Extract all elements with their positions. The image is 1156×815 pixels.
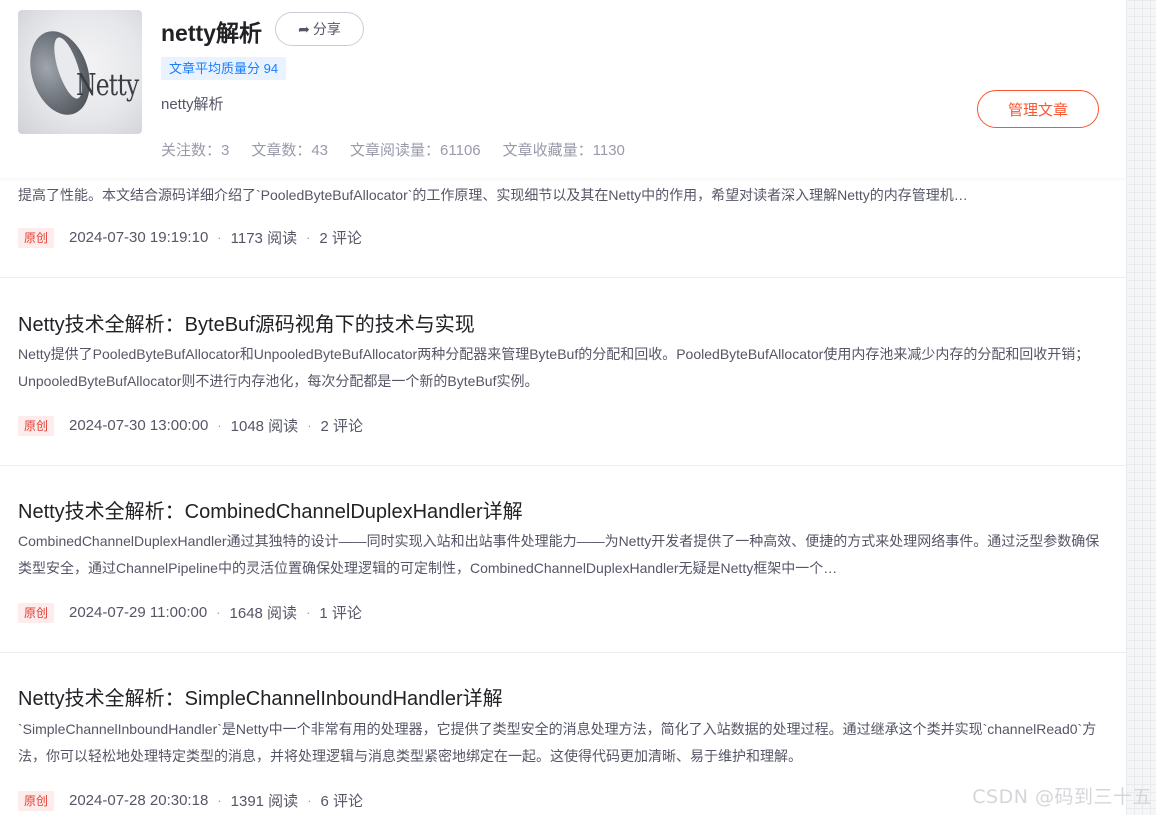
stat-articles: 文章数：43 [251, 142, 329, 159]
article-description[interactable]: `SimpleChannelInboundHandler`是Netty中一个非常… [18, 716, 1100, 770]
article-reads: 1391 阅读 [230, 793, 299, 810]
side-pattern-strip [1126, 0, 1156, 815]
article-meta: 原创 2024-07-28 20:30:18 · 1391 阅读 · 6 评论 [18, 790, 363, 811]
article-reads: 1648 阅读 [229, 605, 298, 622]
article-comments[interactable]: 2 评论 [319, 227, 362, 248]
csdn-watermark: CSDN @码到三十五 [972, 786, 1152, 808]
column-page: Netty netty解析 ➦ 分享 文章平均质量分 94 netty解析 关注… [0, 0, 1126, 815]
separator-dot: · [216, 605, 221, 620]
stat-favorites: 文章收藏量：1130 [502, 142, 625, 159]
stat-followers: 关注数：3 [161, 142, 230, 159]
article-meta: 原创 2024-07-29 11:00:00 · 1648 阅读 · 1 评论 [18, 602, 362, 623]
article-comments[interactable]: 1 评论 [319, 602, 362, 623]
article-title[interactable]: Netty技术全解析：CombinedChannelDuplexHandler详… [18, 495, 523, 524]
article-date: 2024-07-30 13:00:00 [69, 417, 209, 434]
article-description[interactable]: 提高了性能。本文结合源码详细介绍了`PooledByteBufAllocator… [18, 184, 1108, 206]
separator-dot: · [307, 793, 312, 808]
stat-reads: 文章阅读量：61106 [350, 142, 481, 159]
original-tag: 原创 [18, 790, 54, 811]
divider [0, 465, 1126, 466]
article-comments[interactable]: 6 评论 [321, 790, 364, 811]
article-description[interactable]: CombinedChannelDuplexHandler通过其独特的设计——同时… [18, 528, 1100, 582]
column-header: Netty netty解析 ➦ 分享 文章平均质量分 94 netty解析 关注… [0, 0, 1126, 178]
article-date: 2024-07-28 20:30:18 [69, 792, 209, 809]
article-description[interactable]: Netty提供了PooledByteBufAllocator和UnpooledB… [18, 341, 1100, 395]
article-date: 2024-07-29 11:00:00 [69, 604, 208, 621]
original-tag: 原创 [18, 227, 54, 248]
share-label: 分享 [312, 21, 341, 37]
netty-logo-text: Netty [76, 68, 139, 103]
article-comments[interactable]: 2 评论 [321, 415, 364, 436]
article-meta: 原创 2024-07-30 19:19:10 · 1173 阅读 · 2 评论 [18, 227, 362, 248]
separator-dot: · [306, 605, 311, 620]
separator-dot: · [306, 230, 311, 245]
manage-articles-button[interactable]: 管理文章 [977, 90, 1099, 128]
separator-dot: · [307, 418, 312, 433]
column-description: netty解析 [161, 96, 224, 113]
original-tag: 原创 [18, 415, 54, 436]
article-reads: 1048 阅读 [230, 418, 299, 435]
column-cover-image: Netty [18, 10, 142, 134]
column-stats: 关注数：3 文章数：43 文章阅读量：61106 文章收藏量：1130 [161, 139, 625, 160]
separator-dot: · [217, 793, 222, 808]
article-meta: 原创 2024-07-30 13:00:00 · 1048 阅读 · 2 评论 [18, 415, 363, 436]
article-reads: 1173 阅读 [230, 230, 298, 247]
separator-dot: · [217, 418, 222, 433]
article-date: 2024-07-30 19:19:10 [69, 229, 209, 246]
share-button[interactable]: ➦ 分享 [275, 12, 364, 46]
article-title[interactable]: Netty技术全解析：ByteBuf源码视角下的技术与实现 [18, 308, 475, 337]
divider [0, 652, 1126, 653]
original-tag: 原创 [18, 602, 54, 623]
divider [0, 277, 1126, 278]
article-title[interactable]: Netty技术全解析：SimpleChannelInboundHandler详解 [18, 682, 503, 711]
separator-dot: · [217, 230, 222, 245]
share-icon: ➦ [298, 20, 310, 37]
quality-score-badge: 文章平均质量分 94 [161, 57, 287, 80]
column-title: netty解析 [161, 20, 262, 46]
